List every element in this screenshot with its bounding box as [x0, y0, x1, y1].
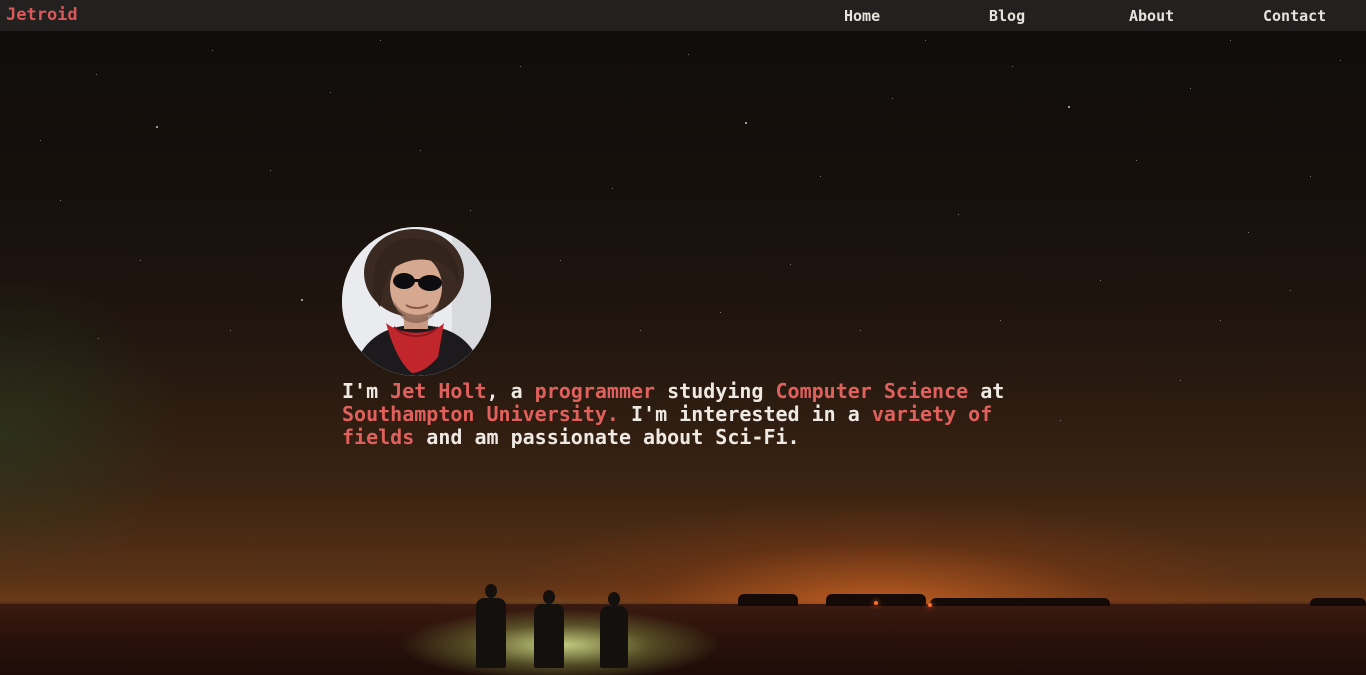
top-navbar: Jetroid Home Blog About Contact [0, 0, 1366, 31]
flashlight-glow [380, 600, 780, 675]
link-name[interactable]: Jet Holt [390, 379, 486, 403]
link-computer-science[interactable]: Computer Science [776, 379, 969, 403]
distant-light [874, 601, 878, 605]
bio-text: , a [486, 379, 535, 403]
brand-logo-link[interactable]: Jetroid [6, 5, 78, 25]
intro-bio: I'm Jet Holt, a programmer studying Comp… [342, 380, 1022, 449]
silhouette-person [600, 592, 628, 668]
silhouette-person [534, 590, 564, 668]
avatar-portrait-illustration [342, 227, 491, 376]
nav-link-blog[interactable]: Blog [989, 7, 1025, 25]
treeline [1310, 598, 1366, 606]
nav-link-about[interactable]: About [1129, 7, 1174, 25]
bio-text: studying [655, 379, 776, 403]
link-programmer[interactable]: programmer [535, 379, 655, 403]
bio-text: I'm interested in a [618, 402, 872, 426]
bio-text: at [968, 379, 1005, 403]
bio-text: and am passionate about Sci-Fi. [414, 425, 800, 449]
bio-text: I'm [342, 379, 391, 403]
distant-light [928, 603, 932, 607]
link-university[interactable]: Southampton University. [342, 402, 619, 426]
nav-link-home[interactable]: Home [844, 7, 880, 25]
silhouette-person [476, 584, 506, 668]
profile-avatar [342, 227, 491, 376]
nav-link-contact[interactable]: Contact [1263, 7, 1326, 25]
treeline [930, 598, 1110, 606]
treeline [738, 594, 798, 606]
background-night-sky-photo [0, 0, 1366, 675]
